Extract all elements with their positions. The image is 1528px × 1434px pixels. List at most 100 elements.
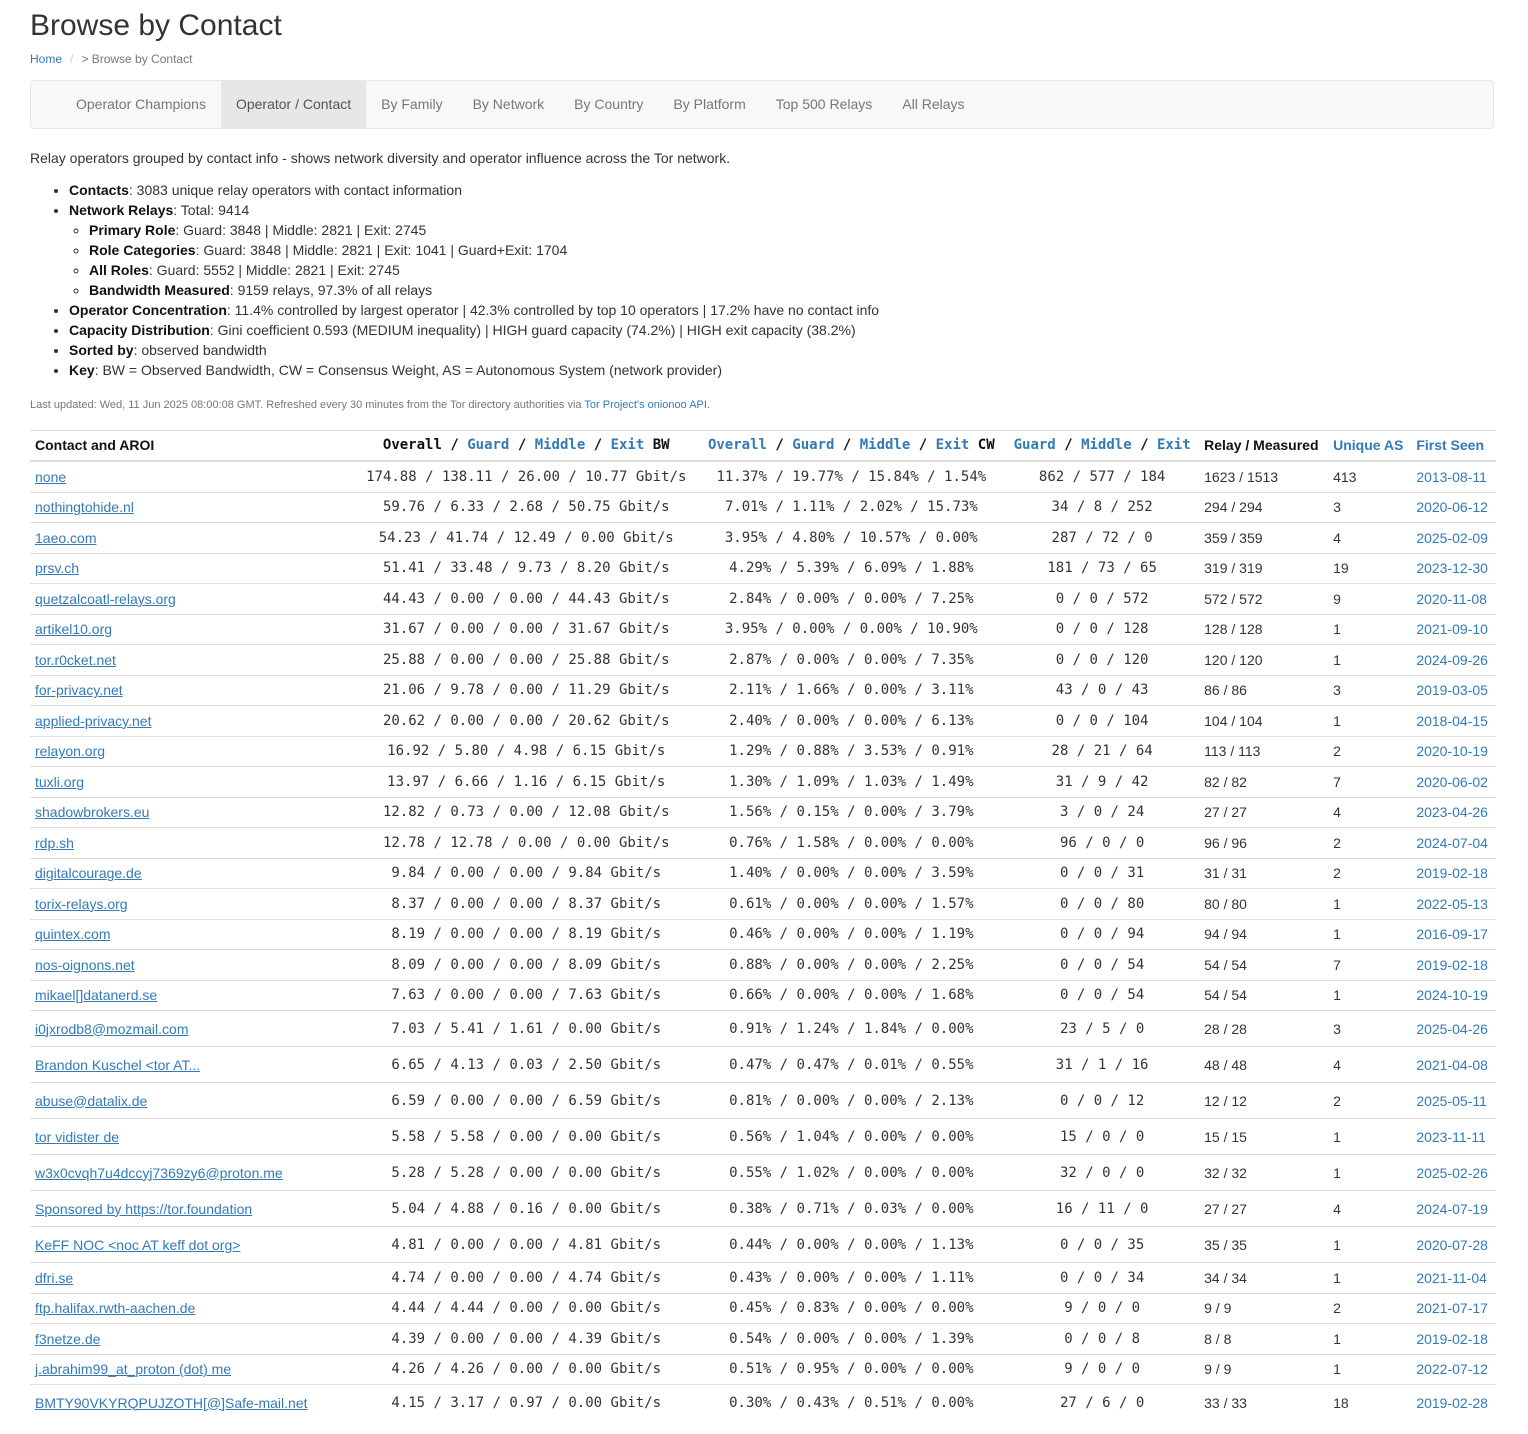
consensus-weight-cell: 0.61% / 0.00% / 0.00% / 1.57% (697, 888, 1006, 919)
relay-measured-cell: 572 / 572 (1199, 583, 1329, 614)
table-row: quetzalcoatl-relays.org 44.43 / 0.00 / 0.… (30, 583, 1496, 614)
contact-link[interactable]: tuxli.org (35, 774, 84, 790)
page-title: Browse by Contact (30, 9, 282, 42)
contact-link[interactable]: dfri.se (35, 1270, 73, 1286)
bandwidth-cell: 4.26 / 4.26 / 0.00 / 0.00 Gbit/s (355, 1353, 698, 1385)
first-seen-cell: 2023-11-11 (1411, 1118, 1496, 1155)
contact-link[interactable]: shadowbrokers.eu (35, 804, 149, 820)
unique-as-cell: 7 (1328, 949, 1412, 980)
header-bandwidth[interactable]: Overall / Guard / Middle / Exit BW (355, 430, 698, 462)
contact-link[interactable]: ftp.halifax.rwth-aachen.de (35, 1300, 195, 1316)
consensus-weight-cell: 0.56% / 1.04% / 0.00% / 0.00% (697, 1118, 1006, 1155)
unique-as-cell: 3 (1328, 1010, 1412, 1047)
relay-measured-cell: 28 / 28 (1199, 1010, 1329, 1047)
role-counts-cell: 9 / 0 / 0 (1005, 1292, 1200, 1324)
first-seen-cell: 2025-02-09 (1411, 522, 1496, 553)
first-seen-cell: 2023-12-30 (1411, 552, 1496, 584)
tab-by-network[interactable]: By Network (458, 81, 560, 128)
breadcrumb-home-link[interactable]: Home (30, 52, 62, 66)
consensus-weight-cell: 2.87% / 0.00% / 0.00% / 7.35% (697, 644, 1006, 675)
contact-link[interactable]: for-privacy.net (35, 682, 123, 698)
contact-link[interactable]: artikel10.org (35, 621, 112, 637)
first-seen-cell: 2025-05-11 (1411, 1082, 1496, 1119)
contact-link[interactable]: Brandon Kuschel <tor AT... (35, 1057, 200, 1073)
nav-tabs-bar: Operator Champions Operator / Contact By… (30, 80, 1494, 129)
relay-measured-cell: 94 / 94 (1199, 918, 1329, 950)
bandwidth-cell: 54.23 / 41.74 / 12.49 / 0.00 Gbit/s (355, 522, 698, 553)
role-counts-cell: 0 / 0 / 128 (1005, 613, 1200, 645)
consensus-weight-cell: 0.43% / 0.00% / 0.00% / 1.11% (697, 1262, 1006, 1293)
header-contact: Contact and AROI (30, 430, 355, 462)
table-row: f3netze.de 4.39 / 0.00 / 0.00 / 4.39 Gbit… (30, 1323, 1496, 1354)
header-consensus-weight[interactable]: Overall / Guard / Middle / Exit CW (697, 430, 1006, 462)
role-counts-cell: 0 / 0 / 31 (1005, 857, 1200, 889)
contact-link[interactable]: quintex.com (35, 926, 110, 942)
contact-link[interactable]: tor vidister de (35, 1129, 119, 1145)
contact-link[interactable]: j.abrahim99_at_proton (dot) me (35, 1361, 231, 1377)
first-seen-cell: 2016-09-17 (1411, 918, 1496, 950)
contact-link[interactable]: relayon.org (35, 743, 105, 759)
contact-link[interactable]: digitalcourage.de (35, 865, 142, 881)
role-counts-cell: 0 / 0 / 8 (1005, 1323, 1200, 1354)
header-role-counts[interactable]: Guard / Middle / Exit (1005, 430, 1200, 462)
tab-by-country[interactable]: By Country (559, 81, 658, 128)
unique-as-cell: 4 (1328, 796, 1412, 828)
contact-link[interactable]: tor.r0cket.net (35, 652, 116, 668)
contact-link[interactable]: applied-privacy.net (35, 713, 151, 729)
header-unique-as[interactable]: Unique AS (1328, 430, 1412, 462)
summary-contacts: Contacts: 3083 unique relay operators wi… (69, 180, 879, 200)
contact-link[interactable]: nos-oignons.net (35, 957, 135, 973)
role-counts-cell: 0 / 0 / 35 (1005, 1226, 1200, 1263)
bandwidth-cell: 8.09 / 0.00 / 0.00 / 8.09 Gbit/s (355, 949, 698, 980)
contact-link[interactable]: nothingtohide.nl (35, 499, 134, 515)
bandwidth-cell: 21.06 / 9.78 / 0.00 / 11.29 Gbit/s (355, 674, 698, 706)
contact-link[interactable]: none (35, 469, 66, 485)
tab-operator-champions[interactable]: Operator Champions (61, 81, 221, 128)
contact-cell: KeFF NOC <noc AT keff dot org> (30, 1226, 355, 1263)
header-first-seen[interactable]: First Seen (1411, 430, 1496, 462)
contact-cell: prsv.ch (30, 552, 355, 584)
table-row: KeFF NOC <noc AT keff dot org> 4.81 / 0.0… (30, 1226, 1496, 1263)
relay-measured-cell: 27 / 27 (1199, 796, 1329, 828)
summary-bandwidth-measured: Bandwidth Measured: 9159 relays, 97.3% o… (89, 280, 879, 300)
contact-link[interactable]: quetzalcoatl-relays.org (35, 591, 176, 607)
contact-link[interactable]: torix-relays.org (35, 896, 128, 912)
relay-measured-cell: 54 / 54 (1199, 949, 1329, 980)
contact-cell: quetzalcoatl-relays.org (30, 583, 355, 614)
tab-by-platform[interactable]: By Platform (658, 81, 760, 128)
onionoo-api-link[interactable]: Tor Project's onionoo API (584, 399, 707, 411)
contact-link[interactable]: KeFF NOC <noc AT keff dot org> (35, 1237, 240, 1253)
tab-operator-contact[interactable]: Operator / Contact (220, 81, 367, 128)
contact-cell: for-privacy.net (30, 674, 355, 706)
contact-link[interactable]: w3x0cvqh7u4dccyj7369zy6@proton.me (35, 1165, 283, 1181)
contact-cell: tuxli.org (30, 766, 355, 797)
unique-as-cell: 1 (1328, 1353, 1412, 1385)
relay-measured-cell: 1623 / 1513 (1199, 460, 1329, 492)
relay-measured-cell: 27 / 27 (1199, 1190, 1329, 1227)
first-seen-cell: 2025-02-26 (1411, 1154, 1496, 1191)
bandwidth-cell: 5.28 / 5.28 / 0.00 / 0.00 Gbit/s (355, 1154, 698, 1191)
contact-link[interactable]: rdp.sh (35, 835, 74, 851)
contact-link[interactable]: BMTY90VKYRQPUJZOTH[@]Safe-mail.net (35, 1395, 308, 1411)
unique-as-cell: 18 (1328, 1384, 1412, 1420)
first-seen-cell: 2020-06-02 (1411, 766, 1496, 797)
contact-link[interactable]: 1aeo.com (35, 530, 96, 546)
relay-measured-cell: 9 / 9 (1199, 1353, 1329, 1385)
unique-as-cell: 1 (1328, 613, 1412, 645)
contact-link[interactable]: f3netze.de (35, 1331, 100, 1347)
contact-link[interactable]: i0jxrodb8@mozmail.com (35, 1021, 188, 1037)
contact-cell: shadowbrokers.eu (30, 796, 355, 828)
contact-link[interactable]: Sponsored by https://tor.foundation (35, 1201, 252, 1217)
summary-capacity-distribution: Capacity Distribution: Gini coefficient … (69, 320, 879, 340)
contact-link[interactable]: mikael[]datanerd.se (35, 987, 157, 1003)
summary-key: Key: BW = Observed Bandwidth, CW = Conse… (69, 360, 879, 380)
table-row: artikel10.org 31.67 / 0.00 / 0.00 / 31.67… (30, 613, 1496, 645)
contact-link[interactable]: prsv.ch (35, 560, 79, 576)
tab-by-family[interactable]: By Family (366, 81, 457, 128)
table-row: ftp.halifax.rwth-aachen.de 4.44 / 4.44 / … (30, 1292, 1496, 1324)
unique-as-cell: 2 (1328, 857, 1412, 889)
tab-all-relays[interactable]: All Relays (887, 81, 979, 128)
unique-as-cell: 1 (1328, 1154, 1412, 1191)
tab-top-500-relays[interactable]: Top 500 Relays (761, 81, 888, 128)
contact-link[interactable]: abuse@datalix.de (35, 1093, 147, 1109)
